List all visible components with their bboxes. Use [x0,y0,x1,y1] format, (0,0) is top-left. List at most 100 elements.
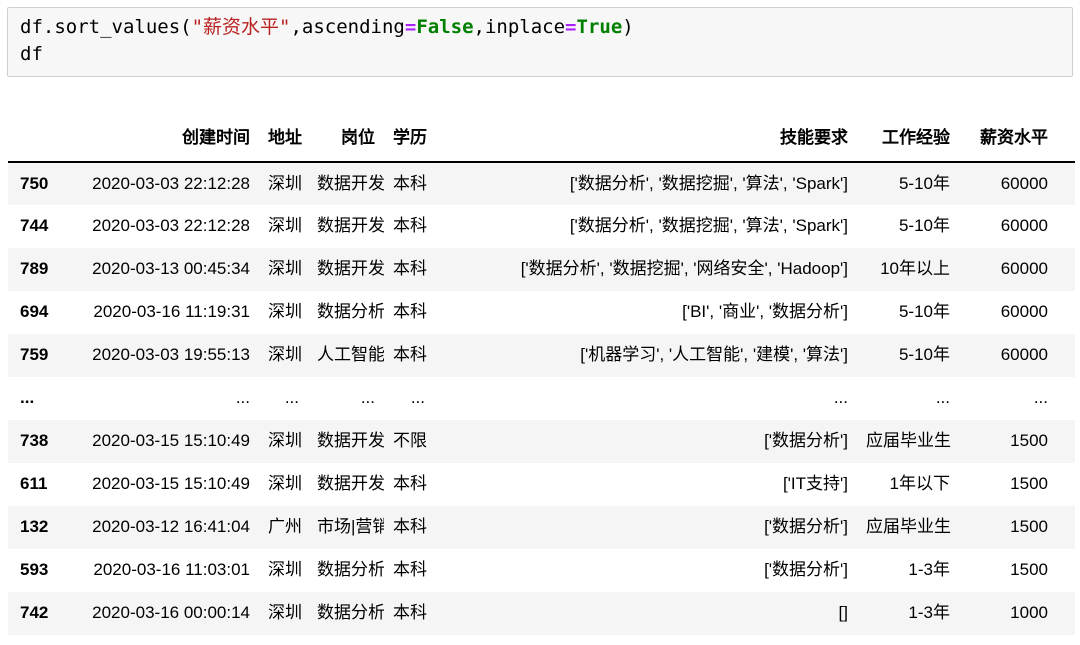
table-cell: ['数据分析'] [764,517,848,537]
table-cell: 1年以下 [889,474,950,494]
table-cell: 1500 [1010,560,1048,580]
row-index: 738 [20,431,49,451]
table-cell: 1500 [1010,474,1048,494]
code-token-string: "薪资水平" [191,16,291,38]
table-cell: 应届毕业生 [866,431,951,451]
table-cell: 数据开发 [317,259,384,279]
table-row: 593 2020-03-16 11:03:01 深圳 数据分析 本科 ['数据分析'] 1-… [8,549,1075,592]
table-cell: 5-10年 [898,345,950,365]
header-row: 创建时间 地址 岗位 学历 技能要求 工作经验 薪资水平 [8,116,1075,163]
table-cell: 60000 [1000,173,1048,193]
column-header: 薪资水平 [959,116,1075,163]
table-cell: 2020-03-03 19:55:13 [92,345,250,365]
code-token-plain: ,inplace [473,16,566,38]
table-cell: ['IT支持'] [782,474,848,494]
table-cell: 2020-03-03 22:12:28 [92,216,250,236]
dataframe-table: 创建时间 地址 岗位 学历 技能要求 工作经验 薪资水平 750 2020-03-03 22:… [8,116,1075,635]
table-cell: 深圳 [268,474,302,494]
table-cell: 本科 [393,173,427,193]
table-row: 132 2020-03-12 16:41:04 广州 市场|营销 本科 ['数据分析'] 应… [8,506,1075,549]
code-token-plain: ) [622,16,634,38]
table-cell: 本科 [393,474,427,494]
table-cell: 本科 [393,560,427,580]
table-cell: ... [833,388,848,408]
table-cell: 广州 [268,517,302,537]
code-content: df.sort_values("薪资水平",ascending=False,in… [20,14,1062,68]
table-cell: ['BI', '商业', '数据分析'] [682,302,848,322]
table-cell: 数据分析 [317,603,384,623]
table-cell: 2020-03-13 00:45:34 [92,259,250,279]
table-cell: 60000 [1000,259,1048,279]
table-cell: 1000 [1010,603,1048,623]
table-cell: 应届毕业生 [866,517,951,537]
table-cell: 2020-03-03 22:12:28 [92,173,250,193]
table-cell: 本科 [393,345,427,365]
table-cell: 2020-03-15 15:10:49 [92,474,250,494]
row-index: ... [20,388,35,408]
table-cell: 数据开发 [317,216,384,236]
column-header: 工作经验 [857,116,959,163]
table-cell: 深圳 [268,431,302,451]
column-header: 岗位 [308,116,384,163]
index-column-header [8,116,63,163]
table-cell: 数据分析 [317,302,384,322]
row-index: 759 [20,345,49,365]
table-cell: 1500 [1010,431,1048,451]
code-line: df.sort_values("薪资水平",ascending=False,in… [20,14,1062,41]
dataframe-header: 创建时间 地址 岗位 学历 技能要求 工作经验 薪资水平 [8,116,1075,163]
code-token-keyword: False [416,16,474,38]
table-cell: ['数据分析', '数据挖掘', '网络安全', 'Hadoop'] [520,259,848,279]
table-cell: 60000 [1000,345,1048,365]
table-cell: ... [235,388,250,408]
table-cell: 5-10年 [898,173,950,193]
table-cell: 深圳 [268,216,302,236]
table-cell: ... [284,388,299,408]
table-cell: 1500 [1010,517,1048,537]
code-line: df [20,41,1062,68]
table-cell: 数据开发 [317,474,384,494]
code-token-plain: df [20,43,43,65]
table-cell: ['数据分析', '数据挖掘', '算法', 'Spark'] [569,216,848,236]
table-row: 694 2020-03-16 11:19:31 深圳 数据分析 本科 ['BI', '商业… [8,291,1075,334]
table-cell: 深圳 [268,345,302,365]
row-index: 593 [20,560,49,580]
table-cell: 1-3年 [908,560,950,580]
table-cell: ... [935,388,950,408]
table-cell: ... [410,388,425,408]
table-cell: ... [1033,388,1048,408]
row-index: 132 [20,517,49,537]
table-cell: 2020-03-12 16:41:04 [92,517,250,537]
table-cell: ['机器学习', '人工智能', '建模', '算法'] [580,345,848,365]
code-input-area[interactable]: df.sort_values("薪资水平",ascending=False,in… [7,7,1073,77]
table-cell: 数据开发 [317,431,384,451]
table-cell: ['数据分析'] [764,431,848,451]
table-row: 611 2020-03-15 15:10:49 深圳 数据开发 本科 ['IT支持'] 1年… [8,463,1075,506]
table-cell: 本科 [393,603,427,623]
table-cell: 数据开发 [317,173,384,193]
table-cell: [] [838,603,848,623]
table-cell: 数据分析 [317,560,384,580]
row-index: 744 [20,216,49,236]
table-cell: 本科 [393,517,427,537]
table-cell: 不限 [393,431,427,451]
table-cell: 人工智能 [317,345,384,365]
table-cell: 1-3年 [908,603,950,623]
table-cell: ['数据分析', '数据挖掘', '算法', 'Spark'] [569,173,848,193]
table-row: ........................ [8,377,1075,420]
table-cell: 本科 [393,216,427,236]
row-index: 750 [20,173,49,193]
column-header: 学历 [384,116,434,163]
table-cell: 市场|营销 [317,517,384,537]
code-token-operator: = [565,16,577,38]
row-index: 694 [20,302,49,322]
table-cell: 本科 [393,302,427,322]
table-cell: 2020-03-16 00:00:14 [92,603,250,623]
column-header: 地址 [259,116,308,163]
table-cell: 60000 [1000,302,1048,322]
table-row: 759 2020-03-03 19:55:13 深圳 人工智能 本科 ['机器学习', '… [8,334,1075,377]
table-row: 789 2020-03-13 00:45:34 深圳 数据开发 本科 ['数据分析', '… [8,248,1075,291]
table-row: 742 2020-03-16 00:00:14 深圳 数据分析 本科 [] 1-3年 1000 [8,592,1075,635]
table-row: 744 2020-03-03 22:12:28 深圳 数据开发 本科 ['数据分析', '… [8,205,1075,248]
code-token-operator: = [404,16,417,38]
row-index: 742 [20,603,49,623]
